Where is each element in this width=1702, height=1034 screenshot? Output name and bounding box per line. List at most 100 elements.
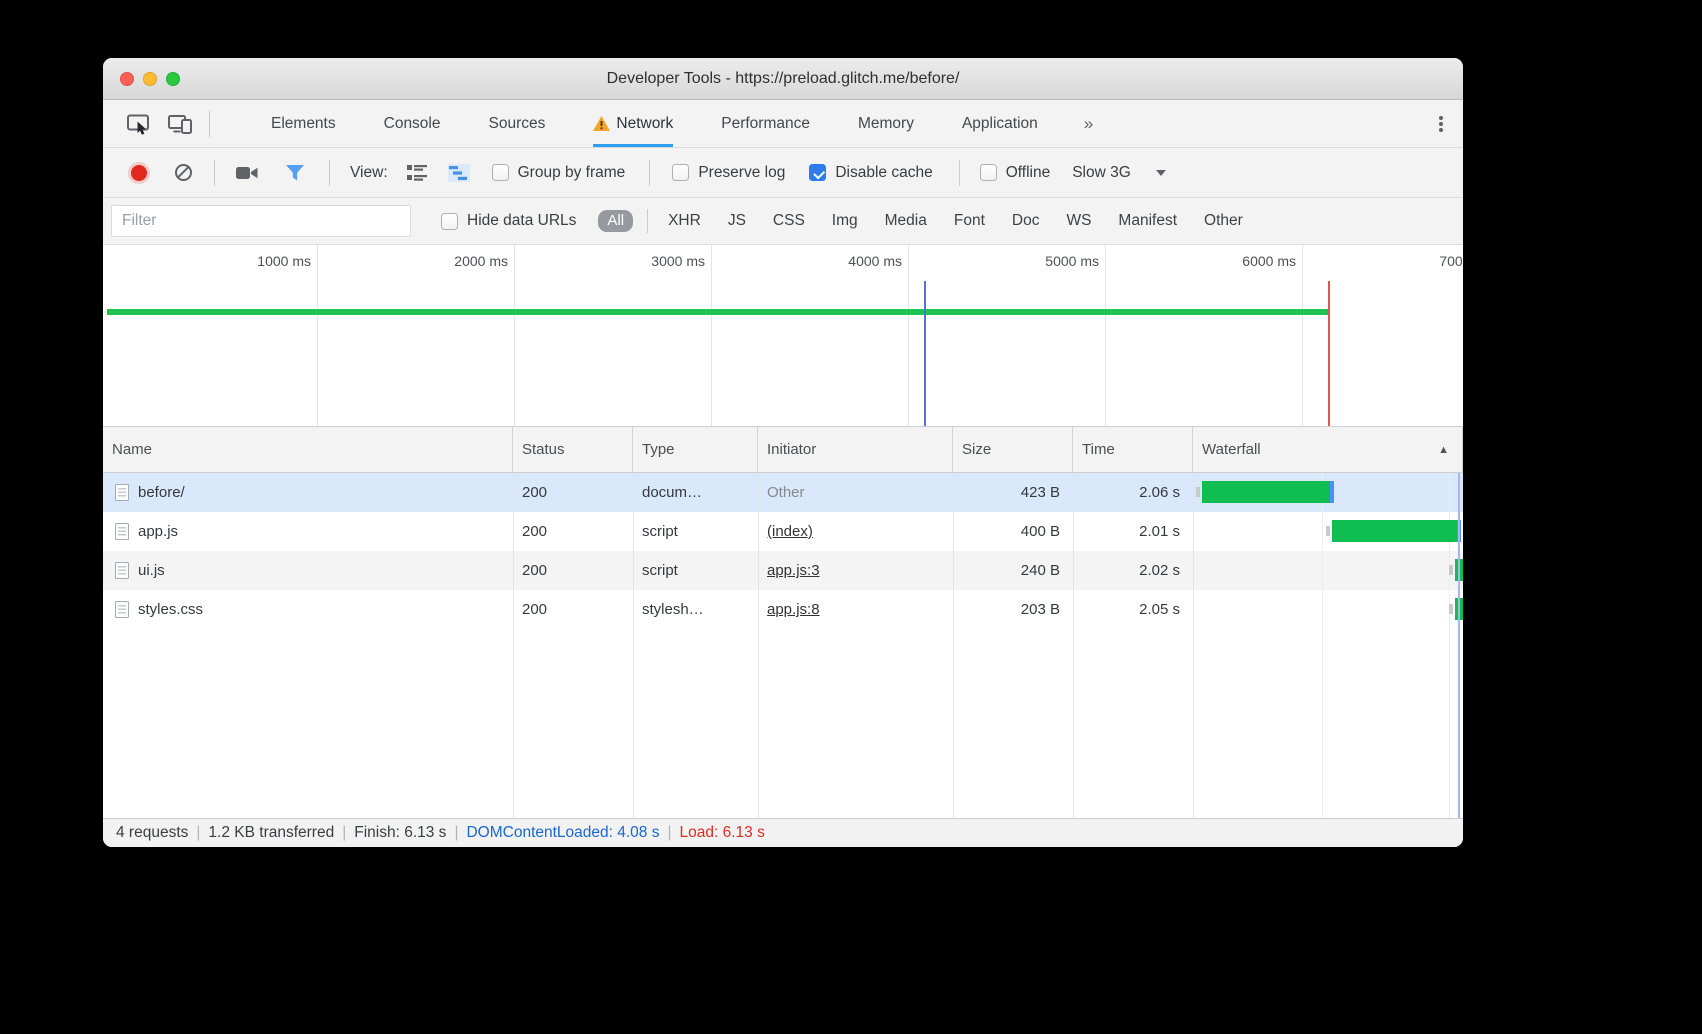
throttling-select[interactable]: Slow 3G (1072, 164, 1166, 182)
column-header-time[interactable]: Time (1073, 427, 1193, 472)
filter-funnel-icon[interactable] (285, 164, 305, 182)
use-large-rows-icon[interactable] (406, 164, 428, 182)
table-row[interactable]: ui.js 200 script app.js:3 240 B 2.02 s (103, 551, 1463, 590)
filter-input[interactable] (111, 205, 411, 237)
disable-cache-checkbox[interactable]: Disable cache (809, 164, 932, 182)
filter-type-img[interactable]: Img (832, 212, 858, 230)
record-button[interactable] (131, 165, 147, 181)
transferred-size: 1.2 KB transferred (208, 824, 334, 842)
dom-content-loaded-line (1458, 473, 1460, 818)
tick-label: 3000 ms (637, 253, 705, 269)
table-row[interactable]: before/ 200 docum… Other 423 B 2.06 s (103, 473, 1463, 512)
request-initiator-link[interactable]: (index) (767, 523, 813, 540)
summary-status-bar: 4 requests | 1.2 KB transferred | Finish… (103, 818, 1463, 847)
request-initiator-link[interactable]: app.js:3 (767, 562, 820, 579)
tick-label: 4000 ms (834, 253, 902, 269)
tab-sources[interactable]: Sources (489, 100, 546, 147)
filter-type-font[interactable]: Font (954, 212, 985, 230)
checkbox-unchecked[interactable] (492, 164, 509, 181)
filter-type-media[interactable]: Media (885, 212, 927, 230)
preserve-log-checkbox[interactable]: Preserve log (672, 164, 785, 182)
offline-checkbox[interactable]: Offline (980, 164, 1051, 182)
chevron-down-icon (1156, 170, 1166, 176)
request-initiator: Other (767, 484, 805, 501)
request-name: styles.css (138, 590, 203, 629)
request-status: 200 (513, 590, 633, 629)
document-icon (115, 562, 129, 579)
zoom-button[interactable] (166, 72, 180, 86)
filter-type-ws[interactable]: WS (1066, 212, 1091, 230)
column-header-status[interactable]: Status (513, 427, 633, 472)
request-name: ui.js (138, 551, 165, 590)
checkbox-unchecked[interactable] (672, 164, 689, 181)
network-overview[interactable]: 1000 ms 2000 ms 3000 ms 4000 ms 5000 ms … (103, 245, 1463, 427)
filter-type-manifest[interactable]: Manifest (1118, 212, 1177, 230)
waterfall-bar (1202, 481, 1330, 503)
capture-screenshots-icon[interactable] (235, 164, 259, 182)
show-overview-icon[interactable] (448, 164, 470, 182)
column-header-size[interactable]: Size (953, 427, 1073, 472)
tick-label: 6000 ms (1228, 253, 1296, 269)
tick-label: 7000 ms (1425, 253, 1463, 269)
filter-bar: Hide data URLs All XHR JS CSS Img Media … (103, 198, 1463, 245)
request-table-body: before/ 200 docum… Other 423 B 2.06 s ap… (103, 473, 1463, 818)
request-type: stylesh… (633, 590, 758, 629)
checkbox-unchecked[interactable] (980, 164, 997, 181)
request-status: 200 (513, 551, 633, 590)
request-size: 423 B (953, 473, 1073, 512)
request-type: script (633, 512, 758, 551)
tab-memory[interactable]: Memory (858, 100, 914, 147)
column-header-type[interactable]: Type (633, 427, 758, 472)
checkbox-checked[interactable] (809, 164, 826, 181)
column-header-name[interactable]: Name (103, 427, 513, 472)
request-time: 2.02 s (1073, 551, 1193, 590)
minimize-button[interactable] (143, 72, 157, 86)
request-time: 2.01 s (1073, 512, 1193, 551)
tick-label: 5000 ms (1031, 253, 1099, 269)
clear-button[interactable] (175, 164, 192, 181)
tab-performance[interactable]: Performance (721, 100, 810, 147)
request-type: script (633, 551, 758, 590)
close-button[interactable] (120, 72, 134, 86)
request-size: 240 B (953, 551, 1073, 590)
tab-application[interactable]: Application (962, 100, 1038, 147)
document-icon (115, 523, 129, 540)
more-tabs-chevron[interactable]: » (1084, 100, 1093, 147)
request-size: 400 B (953, 512, 1073, 551)
request-name: before/ (138, 473, 185, 512)
load-event-marker (1328, 281, 1330, 426)
request-time: 2.05 s (1073, 590, 1193, 629)
filter-type-js[interactable]: JS (728, 212, 746, 230)
traffic-lights (120, 72, 180, 86)
title-bar: Developer Tools - https://preload.glitch… (103, 58, 1463, 100)
filter-type-other[interactable]: Other (1204, 212, 1243, 230)
document-icon (115, 484, 129, 501)
request-initiator-link[interactable]: app.js:8 (767, 601, 820, 618)
filter-type-doc[interactable]: Doc (1012, 212, 1040, 230)
toolbar-divider (209, 111, 210, 137)
group-by-frame-checkbox[interactable]: Group by frame (492, 164, 626, 182)
load-time: Load: 6.13 s (680, 824, 765, 842)
tab-console[interactable]: Console (384, 100, 441, 147)
hide-data-urls-checkbox[interactable]: Hide data URLs (441, 212, 576, 230)
filter-type-xhr[interactable]: XHR (668, 212, 701, 230)
device-toolbar-icon[interactable] (167, 111, 193, 137)
devtools-menu-icon[interactable] (1439, 116, 1443, 120)
requests-count: 4 requests (116, 824, 188, 842)
filter-type-all[interactable]: All (598, 210, 633, 232)
column-header-initiator[interactable]: Initiator (758, 427, 953, 472)
request-name: app.js (138, 512, 178, 551)
checkbox-unchecked[interactable] (441, 213, 458, 230)
tick-label: 1000 ms (243, 253, 311, 269)
inspect-element-icon[interactable] (125, 111, 151, 137)
column-header-waterfall[interactable]: Waterfall (1193, 427, 1463, 472)
filter-type-css[interactable]: CSS (773, 212, 805, 230)
request-type: docum… (633, 473, 758, 512)
tab-elements[interactable]: Elements (271, 100, 336, 147)
warning-icon (593, 116, 610, 131)
overview-activity-bar (107, 309, 1328, 315)
request-size: 203 B (953, 590, 1073, 629)
table-row[interactable]: app.js 200 script (index) 400 B 2.01 s (103, 512, 1463, 551)
tab-network[interactable]: Network (593, 100, 673, 147)
table-row[interactable]: styles.css 200 stylesh… app.js:8 203 B 2… (103, 590, 1463, 629)
